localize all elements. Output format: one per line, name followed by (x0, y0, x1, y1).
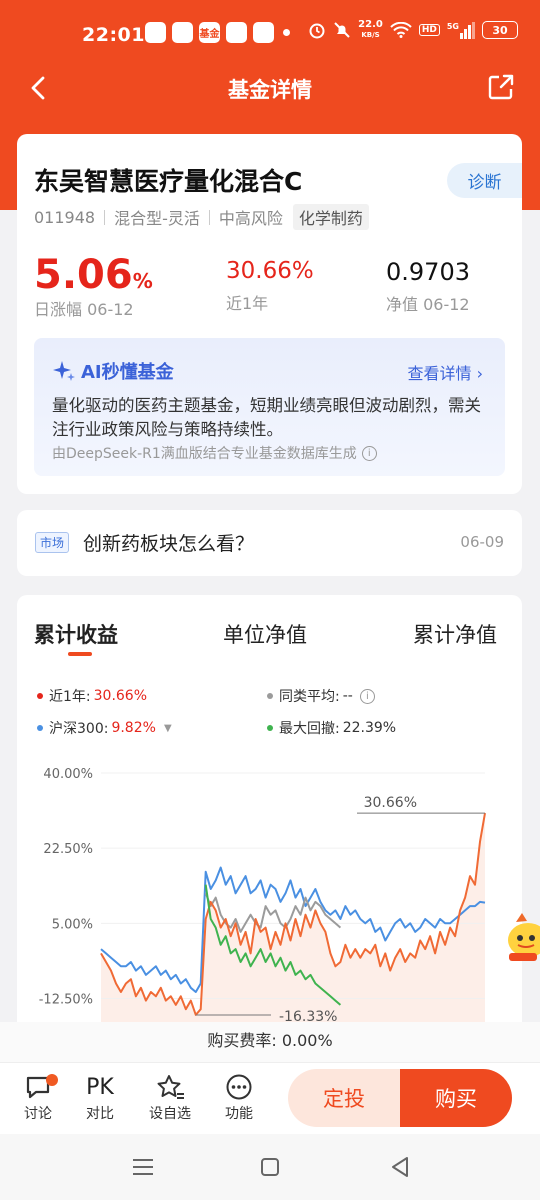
add-watchlist-button[interactable]: 设自选 (145, 1071, 195, 1123)
sparkle-icon (53, 361, 75, 381)
fund-area (101, 813, 485, 1035)
fund-sector-tag[interactable]: 化学制药 (292, 204, 369, 230)
wifi-icon (390, 22, 412, 38)
home-icon[interactable] (260, 1157, 280, 1177)
pk-icon: PK (86, 1074, 114, 1100)
mute-icon (334, 22, 350, 38)
y-tick-label: 40.00% (43, 767, 93, 782)
news-card[interactable]: 市场 创新药板块怎么看？ 06-09 (17, 510, 522, 576)
sip-button[interactable]: 定投 (288, 1069, 400, 1127)
share-icon[interactable] (486, 72, 516, 102)
status-indicators: 22.0 KB/S HD 5G 30 (308, 20, 518, 40)
y-tick-label: 5.00% (52, 917, 93, 932)
ai-footer: 由DeepSeek-R1满血版结合专业基金数据库生成 i (52, 443, 377, 463)
app-icon (253, 22, 274, 43)
y-tick-label: -12.50% (39, 992, 93, 1007)
daily-change-value: 5.06% (34, 252, 153, 298)
page-title: 基金详情 (228, 78, 312, 102)
compare-button[interactable]: PK 对比 (75, 1071, 125, 1123)
diagnose-button[interactable]: 诊断 (447, 163, 522, 198)
bottom-action-bar: 讨论 PK 对比 设自选 功能 定投 购买 (0, 1062, 540, 1134)
chevron-right-icon: › (476, 364, 483, 383)
divider (104, 209, 106, 225)
alarm-icon (309, 23, 325, 39)
fund-code: 011948 (34, 207, 96, 227)
max-annotation-label: 30.66% (364, 795, 417, 811)
tab-indicator (68, 652, 92, 656)
legend-index[interactable]: 沪深300: 9.82% ▼ (37, 718, 172, 738)
navigation-bar: 基金详情 (0, 62, 540, 114)
y-tick-label: 22.50% (43, 842, 93, 857)
tab-cumulative-return[interactable]: 累计收益 (34, 619, 118, 649)
app-icon (172, 22, 193, 43)
more-functions-button[interactable]: 功能 (214, 1071, 264, 1123)
nav-value: 0.9703 (386, 258, 470, 286)
info-icon[interactable]: i (359, 688, 375, 704)
fund-name: 东吴智慧医疗量化混合C (34, 167, 303, 196)
fund-risk: 中高风险 (218, 209, 283, 228)
legend-fund: 近1年: 30.66% (37, 686, 147, 706)
status-bar: 22:01 基金 22.0 KB/S HD 5G 30 (0, 0, 540, 66)
purchase-fee: 购买费率: 0.00% (0, 1022, 540, 1062)
buy-button[interactable]: 购买 (400, 1069, 512, 1127)
notification-badge (46, 1074, 58, 1086)
legend-drawdown: 最大回撤: 22.39% (267, 718, 396, 738)
return-chart[interactable]: 40.00%22.50%5.00%-12.50%30.66%-16.33% (17, 759, 522, 1035)
back-nav-icon[interactable] (390, 1156, 410, 1178)
menu-icon[interactable] (132, 1158, 154, 1176)
year-return-stat: 30.66% 近1年 (226, 258, 314, 314)
year-return-label: 近1年 (226, 294, 269, 313)
year-return-value: 30.66% (226, 258, 314, 284)
app-icon (145, 22, 166, 43)
signal-icon: 5G (447, 21, 475, 39)
fund-tags: 011948 混合型-灵活 中高风险 化学制药 (34, 204, 369, 230)
tab-unit-nav[interactable]: 单位净值 (223, 619, 307, 649)
mascot-icon[interactable] (506, 908, 540, 966)
network-speed: 22.0 KB/S (358, 19, 383, 40)
nav-stat: 0.9703 净值 06-12 (386, 258, 470, 315)
performance-card: 累计收益 单位净值 累计净值 近1年: 30.66% 同类平均: -- i 沪深300… (17, 595, 522, 1035)
app-icon (226, 22, 247, 43)
status-time: 22:01 (82, 24, 145, 46)
hd-icon: HD (418, 24, 440, 36)
dropdown-icon: ▼ (163, 722, 172, 734)
ai-summary-panel[interactable]: AI秒懂基金 查看详情 › 量化驱动的医药主题基金，短期业绩亮眼但波动剧烈，需关… (34, 338, 505, 476)
news-date: 06-09 (460, 533, 504, 551)
ai-title: AI秒懂基金 (52, 358, 174, 384)
info-icon[interactable]: i (361, 445, 377, 461)
more-icon (226, 1074, 252, 1100)
ai-summary-text: 量化驱动的医药主题基金，短期业绩亮眼但波动剧烈，需关注行业政策风险与策略持续性。 (52, 396, 481, 439)
battery-icon: 30 (482, 21, 518, 39)
fund-summary-card: 东吴智慧医疗量化混合C 诊断 011948 混合型-灵活 中高风险 化学制药 5… (17, 134, 522, 494)
discuss-button[interactable]: 讨论 (13, 1071, 63, 1123)
system-navigation-bar (0, 1134, 540, 1200)
news-tag: 市场 (35, 532, 70, 553)
daily-change-stat: 5.06% 日涨幅 06-12 (34, 252, 153, 320)
fund-app-icon: 基金 (199, 22, 220, 43)
more-notifications-dot (283, 29, 290, 36)
tab-cumulative-nav[interactable]: 累计净值 (413, 619, 497, 649)
fund-type: 混合型-灵活 (114, 209, 200, 228)
divider (208, 209, 210, 225)
notification-icons: 基金 (145, 22, 274, 43)
star-add-icon (157, 1075, 184, 1099)
news-title: 创新药板块怎么看？ (83, 533, 255, 555)
nav-label: 净值 06-12 (386, 295, 470, 314)
legend-peer: 同类平均: -- i (267, 686, 375, 706)
ai-detail-link[interactable]: 查看详情 › (407, 360, 483, 384)
daily-change-label: 日涨幅 06-12 (34, 300, 134, 319)
